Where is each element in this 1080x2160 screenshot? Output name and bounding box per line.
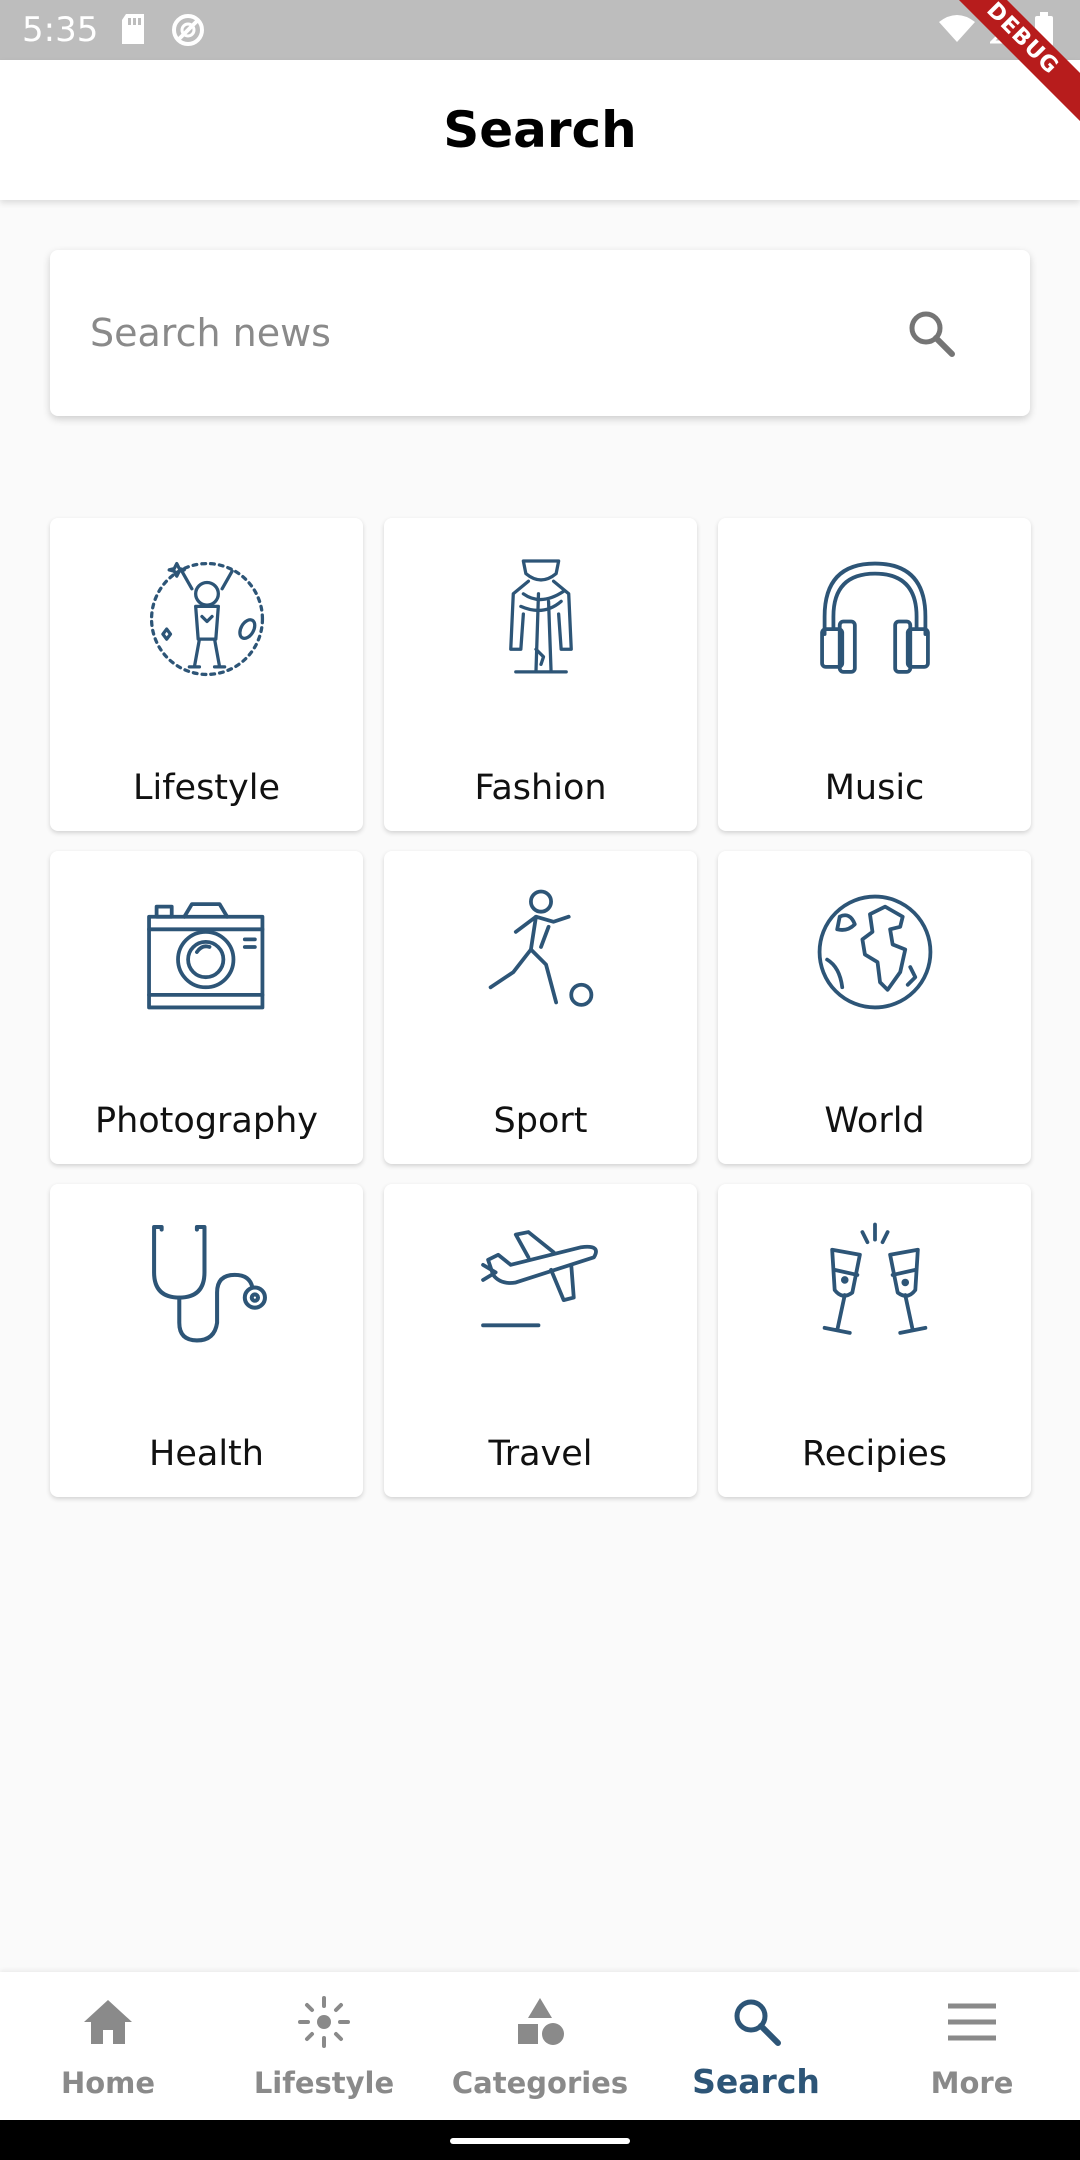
sun-icon [298, 1996, 350, 2048]
category-tile-fashion[interactable]: Fashion [384, 518, 697, 831]
app-bar: Search [0, 60, 1080, 200]
category-label: World [824, 1101, 925, 1141]
category-tile-world[interactable]: World [718, 851, 1031, 1164]
headphones-icon [820, 561, 930, 674]
search-box [50, 250, 1030, 416]
search-input[interactable] [90, 300, 870, 366]
status-bar: 5:35 DEBUG [0, 0, 1080, 129]
bottom-nav: Home Lifestyle Categories Search More [0, 1972, 1080, 2120]
category-tile-lifestyle[interactable]: Lifestyle [50, 518, 363, 831]
home-icon [84, 2000, 132, 2044]
nav-categories[interactable]: Categories [432, 1972, 648, 2120]
champagne-glasses-icon [822, 1222, 928, 1335]
nav-label: Search [692, 2062, 820, 2101]
nav-search[interactable]: Search [648, 1972, 864, 2120]
nav-more[interactable]: More [864, 1972, 1080, 2120]
nav-home[interactable]: Home [0, 1972, 216, 2120]
soccer-player-icon [488, 889, 594, 1007]
category-label: Sport [493, 1101, 588, 1141]
nav-label: More [930, 2066, 1014, 2100]
category-tile-sport[interactable]: Sport [384, 851, 697, 1164]
sd-card-icon [122, 14, 144, 44]
data-saver-icon [172, 14, 204, 46]
nav-label: Lifestyle [253, 2066, 395, 2100]
fashion-icon [509, 559, 573, 674]
category-tile-photography[interactable]: Photography [50, 851, 363, 1164]
category-grid: Lifestyle Fashion Music Photography Spor… [50, 518, 1031, 1497]
category-label: Music [824, 768, 925, 808]
shapes-icon [518, 1998, 564, 2045]
category-label: Travel [488, 1434, 593, 1474]
page-title: Search [443, 101, 637, 159]
lifestyle-icon [149, 561, 265, 677]
nav-label: Home [60, 2066, 156, 2100]
camera-icon [147, 902, 265, 1010]
system-nav-bar [0, 2120, 1080, 2160]
wifi-icon [939, 15, 975, 42]
category-tile-music[interactable]: Music [718, 518, 1031, 831]
search-icon[interactable] [904, 306, 960, 362]
stethoscope-icon [152, 1225, 267, 1343]
category-label: Recipies [802, 1434, 947, 1474]
category-label: Fashion [474, 768, 607, 808]
nav-label: Categories [451, 2066, 629, 2100]
globe-icon [817, 894, 933, 1010]
airplane-icon [481, 1230, 598, 1328]
status-time: 5:35 [22, 10, 99, 50]
category-tile-recipies[interactable]: Recipies [718, 1184, 1031, 1497]
menu-icon [948, 2003, 996, 2041]
category-label: Health [149, 1434, 264, 1474]
category-label: Photography [94, 1101, 318, 1141]
category-label: Lifestyle [132, 768, 280, 808]
category-tile-health[interactable]: Health [50, 1184, 363, 1497]
home-indicator[interactable] [450, 2138, 630, 2144]
nav-lifestyle[interactable]: Lifestyle [216, 1972, 432, 2120]
category-tile-travel[interactable]: Travel [384, 1184, 697, 1497]
search-icon [734, 1999, 781, 2046]
